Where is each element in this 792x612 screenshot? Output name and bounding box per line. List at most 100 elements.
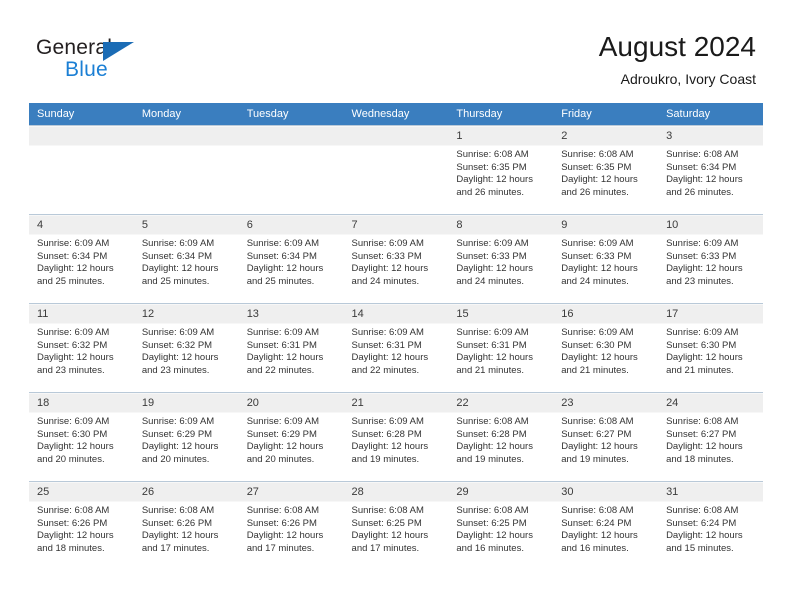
logo-word-blue: Blue	[65, 58, 108, 81]
daylight-text-line2: and 20 minutes.	[141, 453, 210, 465]
sunrise-text: Sunrise: 6:09 AM	[141, 327, 215, 338]
sunrise-text: Sunrise: 6:08 AM	[666, 505, 739, 516]
calendar-day-cell[interactable]: 2 Sunrise: 6:08 AM Sunset: 6:35 PM Daylight…	[553, 125, 659, 215]
daylight-text-line2: and 15 minutes.	[666, 542, 734, 554]
day-number: 30	[561, 486, 574, 498]
daylight-text-line1: Daylight: 12 hours	[246, 441, 324, 453]
calendar-body: 1 Sunrise: 6:08 AM Sunset: 6:35 PM Daylight…	[29, 125, 763, 571]
sunrise-text: Sunrise: 6:08 AM	[456, 149, 529, 160]
calendar-day-cell[interactable]: 13 Sunrise: 6:09 AM Sunset: 6:31 PM Dayligh…	[238, 303, 344, 393]
daylight-text-line2: and 19 minutes.	[456, 453, 524, 465]
calendar-day-cell[interactable]: 22 Sunrise: 6:08 AM Sunset: 6:28 PM Dayligh…	[448, 392, 554, 482]
daylight-text-line1: Daylight: 12 hours	[351, 441, 429, 453]
day-number: 7	[351, 219, 358, 231]
day-sun-info: Sunrise: 6:09 AM Sunset: 6:30 PM Daylight:…	[553, 324, 658, 377]
daylight-text-line2: and 23 minutes.	[666, 275, 734, 287]
calendar-day-cell[interactable]: 28 Sunrise: 6:08 AM Sunset: 6:25 PM Dayligh…	[343, 481, 449, 571]
calendar-day-cell[interactable]: 8 Sunrise: 6:09 AM Sunset: 6:33 PM Daylight…	[448, 214, 554, 304]
day-sun-info: Sunrise: 6:09 AM Sunset: 6:33 PM Daylight:…	[344, 235, 449, 288]
sunrise-text: Sunrise: 6:08 AM	[246, 505, 320, 516]
day-number: 19	[141, 397, 155, 409]
sunset-text: Sunset: 6:34 PM	[37, 250, 108, 262]
calendar-day-cell[interactable]: 31 Sunrise: 6:08 AM Sunset: 6:24 PM Dayligh…	[658, 481, 763, 571]
sunset-text: Sunset: 6:24 PM	[561, 517, 632, 529]
day-number: 12	[141, 308, 155, 320]
daylight-text-line2: and 21 minutes.	[456, 364, 524, 376]
daylight-text-line2: and 25 minutes.	[246, 275, 315, 287]
calendar-day-cell[interactable]: 26 Sunrise: 6:08 AM Sunset: 6:26 PM Dayligh…	[133, 481, 239, 571]
daylight-text-line2: and 21 minutes.	[561, 364, 629, 376]
calendar-day-cell[interactable]: 19 Sunrise: 6:09 AM Sunset: 6:29 PM Dayligh…	[133, 392, 239, 482]
calendar-week-row: 1 Sunrise: 6:08 AM Sunset: 6:35 PM Daylight…	[29, 125, 763, 215]
sunset-text: Sunset: 6:33 PM	[351, 250, 422, 262]
calendar-day-cell[interactable]: 7 Sunrise: 6:09 AM Sunset: 6:33 PM Daylight…	[343, 214, 449, 304]
calendar-day-cell[interactable]: 4 Sunrise: 6:09 AM Sunset: 6:34 PM Daylight…	[29, 214, 134, 304]
calendar-day-cell[interactable]: 3 Sunrise: 6:08 AM Sunset: 6:34 PM Daylight…	[658, 125, 763, 215]
sunrise-text: Sunrise: 6:09 AM	[37, 416, 110, 427]
calendar-day-cell[interactable]: 15 Sunrise: 6:09 AM Sunset: 6:31 PM Dayligh…	[448, 303, 554, 393]
day-number: 2	[561, 130, 568, 142]
daylight-text-line1: Daylight: 12 hours	[246, 530, 324, 542]
daylight-text-line2: and 17 minutes.	[141, 542, 210, 554]
calendar-day-cell[interactable]: 10 Sunrise: 6:09 AM Sunset: 6:33 PM Dayligh…	[658, 214, 763, 304]
calendar-day-cell[interactable]: 24 Sunrise: 6:08 AM Sunset: 6:27 PM Dayligh…	[658, 392, 763, 482]
daylight-text-line1: Daylight: 12 hours	[141, 352, 219, 364]
sunrise-text: Sunrise: 6:08 AM	[561, 149, 634, 160]
daylight-text-line1: Daylight: 12 hours	[37, 263, 114, 275]
calendar-week-row: 25 Sunrise: 6:08 AM Sunset: 6:26 PM Dayligh…	[29, 481, 763, 571]
daylight-text-line2: and 19 minutes.	[351, 453, 420, 465]
sunrise-text: Sunrise: 6:09 AM	[351, 416, 424, 427]
calendar-day-cell[interactable]: 9 Sunrise: 6:09 AM Sunset: 6:33 PM Daylight…	[553, 214, 659, 304]
day-sun-info: Sunrise: 6:08 AM Sunset: 6:25 PM Daylight:…	[344, 502, 449, 555]
calendar-day-cell[interactable]: 20 Sunrise: 6:09 AM Sunset: 6:29 PM Dayligh…	[238, 392, 344, 482]
day-number: 27	[246, 486, 259, 498]
weekday-header-wednesday: Wednesday	[343, 103, 449, 126]
calendar-day-cell[interactable]: 18 Sunrise: 6:09 AM Sunset: 6:30 PM Dayligh…	[29, 392, 134, 482]
sunrise-text: Sunrise: 6:08 AM	[141, 505, 215, 516]
sunset-text: Sunset: 6:26 PM	[141, 517, 213, 529]
calendar-day-cell[interactable]: 6 Sunrise: 6:09 AM Sunset: 6:34 PM Daylight…	[238, 214, 344, 304]
day-sun-info: Sunrise: 6:09 AM Sunset: 6:31 PM Daylight:…	[239, 324, 344, 377]
daylight-text-line1: Daylight: 12 hours	[666, 352, 743, 364]
page-header: General Blue August 2024 Adroukro, Ivory…	[0, 0, 792, 96]
calendar-day-cell[interactable]: 5 Sunrise: 6:09 AM Sunset: 6:34 PM Daylight…	[133, 214, 239, 304]
daylight-text-line2: and 18 minutes.	[37, 542, 105, 554]
calendar-day-cell[interactable]: 29 Sunrise: 6:08 AM Sunset: 6:25 PM Dayligh…	[448, 481, 554, 571]
calendar-day-cell[interactable]: 14 Sunrise: 6:09 AM Sunset: 6:31 PM Dayligh…	[343, 303, 449, 393]
sunset-text: Sunset: 6:30 PM	[666, 339, 737, 351]
calendar-day-cell[interactable]: 23 Sunrise: 6:08 AM Sunset: 6:27 PM Dayligh…	[553, 392, 659, 482]
general-blue-logo[interactable]: General Blue	[36, 36, 176, 86]
sunset-text: Sunset: 6:29 PM	[141, 428, 213, 440]
calendar-day-cell[interactable]: 1 Sunrise: 6:08 AM Sunset: 6:35 PM Daylight…	[448, 125, 554, 215]
calendar-day-cell[interactable]: 16 Sunrise: 6:09 AM Sunset: 6:30 PM Dayligh…	[553, 303, 659, 393]
daylight-text-line2: and 26 minutes.	[561, 186, 629, 198]
day-number: 11	[37, 308, 49, 320]
day-sun-info: Sunrise: 6:09 AM Sunset: 6:33 PM Daylight:…	[553, 235, 658, 288]
calendar-page: General Blue August 2024 Adroukro, Ivory…	[0, 0, 792, 612]
calendar-day-cell[interactable]: 12 Sunrise: 6:09 AM Sunset: 6:32 PM Dayligh…	[133, 303, 239, 393]
sunrise-text: Sunrise: 6:09 AM	[666, 238, 739, 249]
sunset-text: Sunset: 6:34 PM	[666, 161, 737, 173]
calendar-day-cell[interactable]: 21 Sunrise: 6:09 AM Sunset: 6:28 PM Dayligh…	[343, 392, 449, 482]
day-number: 18	[37, 397, 50, 409]
calendar-day-cell[interactable]: 27 Sunrise: 6:08 AM Sunset: 6:26 PM Dayligh…	[238, 481, 344, 571]
calendar-day-cell[interactable]: 17 Sunrise: 6:09 AM Sunset: 6:30 PM Dayligh…	[658, 303, 763, 393]
day-sun-info: Sunrise: 6:09 AM Sunset: 6:34 PM Daylight:…	[134, 235, 239, 288]
daylight-text-line1: Daylight: 12 hours	[666, 441, 743, 453]
day-number: 10	[666, 219, 679, 231]
calendar-day-cell-empty	[133, 125, 239, 215]
sunset-text: Sunset: 6:33 PM	[456, 250, 527, 262]
daylight-text-line2: and 26 minutes.	[456, 186, 524, 198]
day-number: 28	[351, 486, 364, 498]
daylight-text-line2: and 18 minutes.	[666, 453, 734, 465]
sunset-text: Sunset: 6:25 PM	[351, 517, 422, 529]
weekday-header-monday: Monday	[133, 103, 239, 126]
calendar-day-cell[interactable]: 25 Sunrise: 6:08 AM Sunset: 6:26 PM Dayligh…	[29, 481, 134, 571]
sunrise-text: Sunrise: 6:08 AM	[666, 416, 739, 427]
sunset-text: Sunset: 6:34 PM	[141, 250, 213, 262]
calendar-day-cell[interactable]: 30 Sunrise: 6:08 AM Sunset: 6:24 PM Dayligh…	[553, 481, 659, 571]
day-sun-info: Sunrise: 6:08 AM Sunset: 6:27 PM Daylight:…	[658, 413, 763, 466]
calendar-day-cell[interactable]: 11 Sunrise: 6:09 AM Sunset: 6:32 PM Dayligh…	[29, 303, 134, 393]
daylight-text-line2: and 23 minutes.	[141, 364, 210, 376]
day-sun-info: Sunrise: 6:09 AM Sunset: 6:31 PM Daylight:…	[448, 324, 553, 377]
